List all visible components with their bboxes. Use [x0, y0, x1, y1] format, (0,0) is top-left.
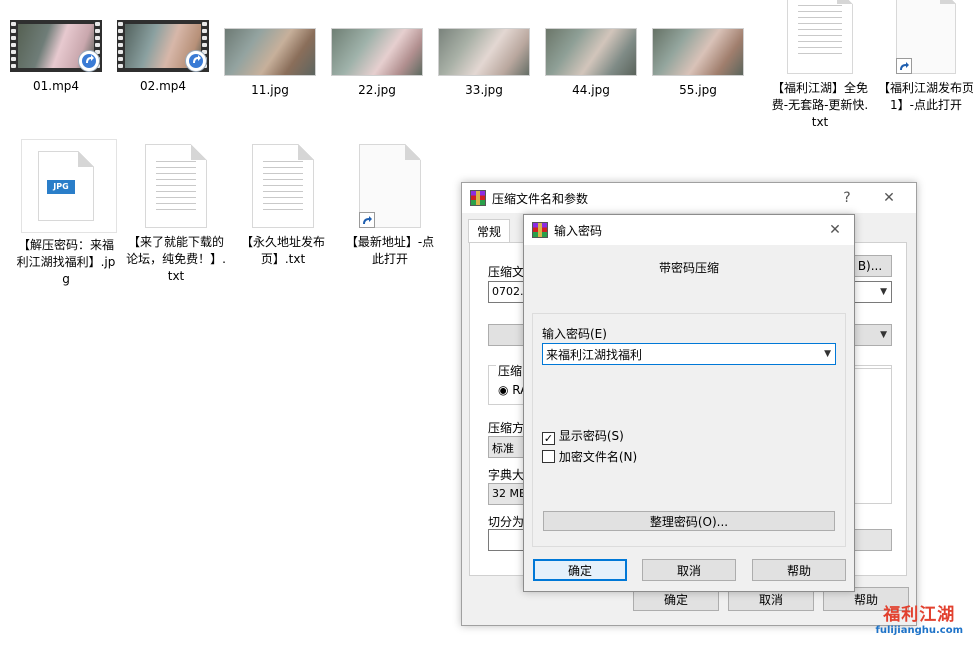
file-name: 【来了就能下载的论坛，纯免费！】.txt	[126, 235, 226, 283]
file-item-jieya-mima-jpg[interactable]: JPG 【解压密码：来福利江湖找福利】.jpg	[16, 139, 117, 288]
split-label: 切分为	[488, 515, 525, 529]
dialog-title: 输入密码	[554, 223, 603, 238]
shortcut-file-icon	[359, 144, 421, 228]
file-item-02-mp4[interactable]: 02.mp4	[113, 20, 213, 95]
help-title-button[interactable]: ?	[830, 183, 864, 213]
file-item-yongjiu-dizhi-txt[interactable]: 【永久地址发布页】.txt	[233, 144, 333, 268]
close-icon[interactable]: ✕	[818, 215, 852, 245]
dialog-titlebar: 输入密码	[524, 215, 854, 245]
watermark-brand: 福利江湖	[883, 605, 956, 625]
file-item-44-jpg[interactable]: 44.jpg	[541, 28, 641, 99]
player-app-icon	[78, 50, 100, 72]
text-document-icon	[145, 144, 207, 228]
file-name: 11.jpg	[251, 83, 289, 97]
winrar-app-icon	[532, 222, 548, 238]
file-item-55-jpg[interactable]: 55.jpg	[648, 28, 748, 99]
dialog-heading: 带密码压缩	[658, 261, 719, 275]
show-password-checkbox[interactable]: ✓ 显示密码(S)	[542, 427, 624, 445]
file-item-01-mp4[interactable]: 01.mp4	[6, 20, 106, 95]
dictionary-label: 字典大	[488, 468, 525, 482]
chevron-down-icon: ▼	[824, 349, 831, 359]
file-name: 【永久地址发布页】.txt	[240, 235, 325, 266]
file-name: 44.jpg	[572, 83, 610, 97]
file-name: 33.jpg	[465, 83, 503, 97]
dialog-title: 压缩文件名和参数	[492, 191, 589, 206]
checkbox-checked-icon: ✓	[542, 432, 555, 445]
image-thumbnail	[652, 28, 744, 76]
player-app-icon	[185, 50, 207, 72]
enter-password-dialog: 输入密码 ✕ 带密码压缩 输入密码(E) 来福利江湖找福利 ▼ ✓ 显示密码(S)…	[523, 214, 855, 592]
tab-general[interactable]: 常规	[468, 219, 511, 243]
site-watermark: 福利江湖 fulijianghu.com	[876, 600, 963, 636]
image-thumbnail	[331, 28, 423, 76]
checkbox-unchecked-icon	[542, 450, 555, 463]
close-icon[interactable]: ✕	[872, 183, 906, 213]
file-item-33-jpg[interactable]: 33.jpg	[434, 28, 534, 99]
shortcut-file-icon	[896, 0, 956, 74]
watermark-url: fulijianghu.com	[875, 625, 963, 636]
file-name: 【福利江湖发布页1】-点此打开	[877, 81, 973, 112]
shortcut-arrow-icon	[359, 212, 375, 228]
file-item-fabuye1-shortcut[interactable]: 【福利江湖发布页1】-点此打开	[876, 0, 973, 114]
file-name: 55.jpg	[679, 83, 717, 97]
file-name: 22.jpg	[358, 83, 396, 97]
chevron-down-icon: ▼	[880, 330, 887, 340]
image-thumbnail	[545, 28, 637, 76]
archive-name-label: 压缩文	[488, 265, 525, 279]
file-name: 【最新地址】-点此打开	[345, 235, 435, 266]
organize-passwords-button[interactable]: 整理密码(O)...	[543, 511, 835, 531]
password-input[interactable]: 来福利江湖找福利 ▼	[542, 343, 836, 365]
shortcut-arrow-icon	[896, 58, 912, 74]
file-name: 【解压密码：来福利江湖找福利】.jpg	[16, 238, 116, 286]
help-button[interactable]: 帮助	[752, 559, 846, 581]
file-item-quanmianfei-txt[interactable]: 【福利江湖】全免费-无套路-更新快.txt	[770, 0, 870, 131]
file-item-22-jpg[interactable]: 22.jpg	[327, 28, 427, 99]
winrar-app-icon	[470, 190, 486, 206]
jpg-file-icon: JPG	[38, 151, 94, 221]
video-thumbnail	[117, 20, 209, 72]
password-label: 输入密码(E)	[542, 327, 607, 341]
file-name: 01.mp4	[32, 79, 80, 93]
video-thumbnail	[10, 20, 102, 72]
chevron-down-icon: ▼	[880, 287, 887, 297]
format-group-label: 压缩	[496, 362, 525, 379]
text-document-icon	[252, 144, 314, 228]
file-item-luntan-txt[interactable]: 【来了就能下载的论坛，纯免费！】.txt	[126, 144, 226, 285]
cancel-button[interactable]: 取消	[642, 559, 736, 581]
jpg-badge: JPG	[47, 180, 75, 194]
method-label: 压缩方	[488, 421, 525, 435]
file-item-zuixin-dizhi-shortcut[interactable]: 【最新地址】-点此打开	[340, 144, 440, 268]
image-thumbnail	[438, 28, 530, 76]
file-name: 02.mp4	[139, 79, 187, 93]
file-item-11-jpg[interactable]: 11.jpg	[220, 28, 320, 99]
image-thumbnail	[224, 28, 316, 76]
file-name: 【福利江湖】全免费-无套路-更新快.txt	[771, 81, 869, 129]
ok-button[interactable]: 确定	[533, 559, 627, 581]
text-document-icon	[787, 0, 853, 74]
encrypt-filenames-checkbox[interactable]: 加密文件名(N)	[542, 448, 637, 465]
